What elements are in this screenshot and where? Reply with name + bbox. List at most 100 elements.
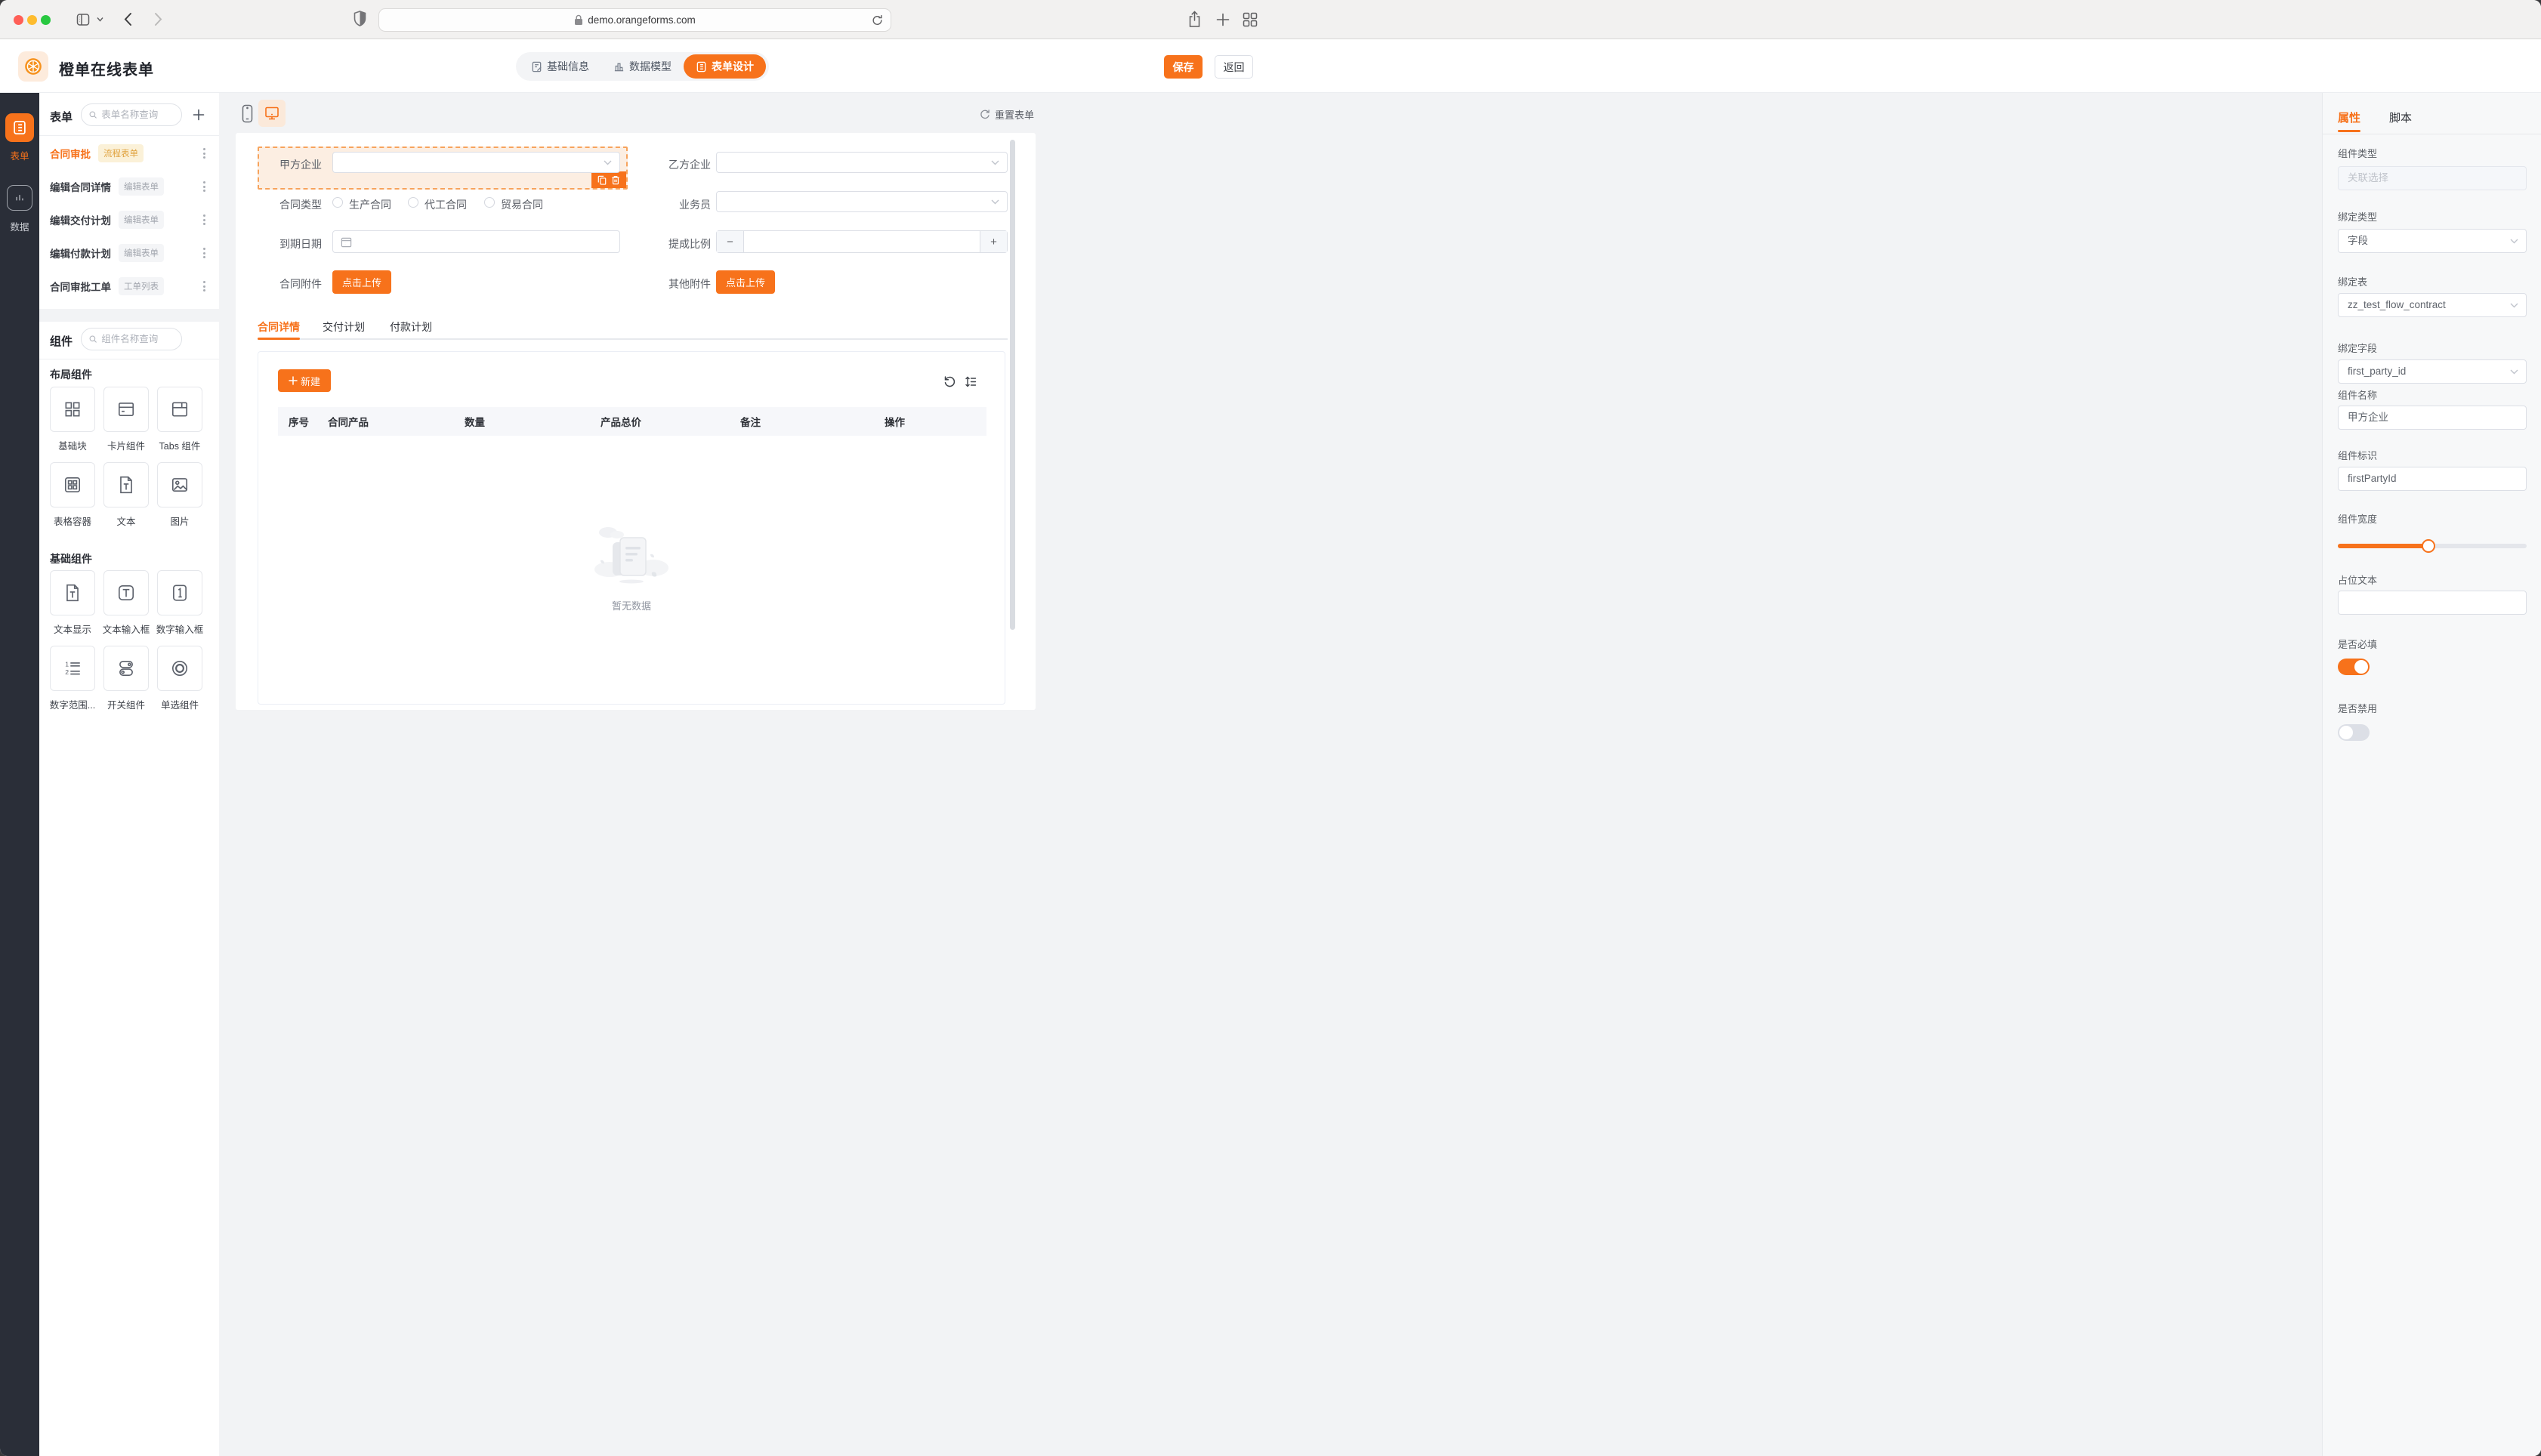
component-tile-switch[interactable]: [103, 646, 149, 691]
tab-script[interactable]: 脚本: [2389, 110, 2412, 125]
save-button[interactable]: 保存: [1164, 55, 1203, 79]
search-icon: [89, 335, 97, 343]
bind-type-select[interactable]: 字段: [2338, 229, 2527, 253]
tab-basic-info[interactable]: 基础信息: [519, 54, 601, 79]
bind-table-select[interactable]: zz_test_flow_contract: [2338, 293, 2527, 317]
kebab-icon[interactable]: [200, 245, 208, 261]
back-button[interactable]: 返回: [1215, 55, 1253, 79]
width-slider[interactable]: [2338, 539, 2527, 553]
kebab-icon[interactable]: [200, 211, 208, 228]
component-tile-radio[interactable]: [157, 646, 202, 691]
bind-field-select[interactable]: first_party_id: [2338, 359, 2527, 384]
component-tile-number-range[interactable]: 12: [50, 646, 95, 691]
shield-icon[interactable]: [354, 11, 366, 28]
add-form-button[interactable]: [193, 109, 205, 121]
doc-text-icon: [120, 476, 132, 494]
browser-chrome: demo.orangeforms.com: [0, 0, 2541, 39]
component-tile-image[interactable]: [157, 462, 202, 507]
due-date-input[interactable]: [332, 230, 620, 253]
disabled-toggle[interactable]: [2338, 724, 2370, 741]
rail-item-forms[interactable]: [5, 113, 34, 142]
tab-contract-detail[interactable]: 合同详情: [258, 319, 300, 335]
component-tile-text-input[interactable]: [103, 570, 149, 615]
desktop-preview-icon[interactable]: [258, 100, 286, 127]
trash-icon: [612, 175, 619, 184]
commission-input[interactable]: [744, 231, 980, 252]
component-search-input[interactable]: [101, 334, 174, 344]
contract-upload-button[interactable]: 点击上传: [332, 270, 391, 294]
select-chevron-icon: [2510, 239, 2518, 244]
placeholder-text-input[interactable]: [2338, 591, 2527, 615]
field-actions[interactable]: [591, 171, 626, 188]
tab-track: [258, 338, 1008, 340]
form-badge: 工单列表: [119, 277, 164, 295]
form-list-item[interactable]: 合同审批工单 工单列表: [39, 270, 219, 303]
form-list-item[interactable]: 编辑交付计划 编辑表单: [39, 203, 219, 236]
form-list-item[interactable]: 合同审批 流程表单: [39, 137, 219, 170]
component-tile-table-container[interactable]: [50, 462, 95, 507]
form-canvas: 甲方企业 乙方企业 合同类型 生产合同 代工合同 贸易合同 业务员 到期日期 提…: [236, 133, 1036, 710]
minimize-window-button[interactable]: [27, 15, 37, 25]
component-tile-card[interactable]: [103, 387, 149, 432]
component-tile-text-display[interactable]: [50, 570, 95, 615]
sort-icon[interactable]: [965, 375, 977, 388]
required-toggle[interactable]: [2338, 659, 2370, 675]
form-search[interactable]: [81, 103, 182, 126]
rail-item-data[interactable]: [7, 185, 32, 211]
tabs-overview-icon[interactable]: [1243, 12, 1258, 27]
form-list-item[interactable]: 编辑付款计划 编辑表单: [39, 236, 219, 270]
radio-production[interactable]: [332, 197, 343, 208]
first-party-select[interactable]: [332, 152, 620, 173]
field-label-contract-attachment: 合同附件: [279, 278, 322, 290]
back-icon[interactable]: [124, 12, 132, 26]
forms-panel: 表单 合同审批 流程表单 编辑合同详情 编辑表单 编辑交付计划 编辑表单: [39, 93, 219, 309]
tab-payment-plan[interactable]: 付款计划: [390, 319, 432, 335]
sidebar-icon[interactable]: [76, 12, 91, 27]
form-list-item[interactable]: 编辑合同详情 编辑表单: [39, 170, 219, 203]
tab-active-underline: [258, 338, 300, 340]
svg-text:2: 2: [65, 668, 69, 676]
component-type-field: 关联选择: [2338, 166, 2527, 190]
canvas-scrollbar[interactable]: [1010, 140, 1015, 630]
input-1-icon: [173, 585, 187, 601]
tab-delivery-plan[interactable]: 交付计划: [323, 319, 365, 335]
reset-ccw-icon[interactable]: [943, 375, 956, 388]
form-badge: 编辑表单: [119, 244, 164, 262]
second-party-select[interactable]: [716, 152, 1008, 173]
component-key-input[interactable]: firstPartyId: [2338, 467, 2527, 491]
new-tab-icon[interactable]: [1216, 13, 1230, 26]
component-search[interactable]: [81, 328, 182, 350]
kebab-icon[interactable]: [200, 178, 208, 195]
reset-form-button[interactable]: 重置表单: [980, 107, 1034, 122]
component-tile-number-input[interactable]: [157, 570, 202, 615]
tab-form-design[interactable]: 表单设计: [684, 54, 766, 79]
close-window-button[interactable]: [14, 15, 23, 25]
component-tile-tabs[interactable]: [157, 387, 202, 432]
reload-icon[interactable]: [872, 14, 883, 26]
other-upload-button[interactable]: 点击上传: [716, 270, 775, 294]
tab-properties[interactable]: 属性: [2338, 110, 2360, 125]
phone-preview-icon[interactable]: [242, 104, 253, 123]
slider-knob[interactable]: [2422, 539, 2435, 553]
kebab-icon[interactable]: [200, 278, 208, 295]
tab-data-model[interactable]: 数据模型: [601, 54, 684, 79]
forward-icon[interactable]: [154, 12, 162, 26]
component-tile-basic-block[interactable]: [50, 387, 95, 432]
component-name-input[interactable]: 甲方企业: [2338, 406, 2527, 430]
zoom-window-button[interactable]: [41, 15, 51, 25]
list-icon: [696, 61, 706, 72]
salesman-select[interactable]: [716, 191, 1008, 212]
kebab-icon[interactable]: [200, 145, 208, 162]
component-tile-text[interactable]: [103, 462, 149, 507]
stepper-plus-button[interactable]: +: [980, 231, 1007, 252]
chevron-down-icon[interactable]: [97, 17, 103, 22]
new-row-button[interactable]: 新建: [278, 369, 331, 392]
share-icon[interactable]: [1187, 11, 1202, 29]
stepper-minus-button[interactable]: −: [717, 231, 744, 252]
address-bar[interactable]: demo.orangeforms.com: [378, 8, 891, 32]
svg-text:1: 1: [65, 660, 69, 668]
app-logo: [18, 51, 48, 82]
radio-trade[interactable]: [484, 197, 495, 208]
form-search-input[interactable]: [101, 110, 174, 120]
radio-oem[interactable]: [408, 197, 418, 208]
